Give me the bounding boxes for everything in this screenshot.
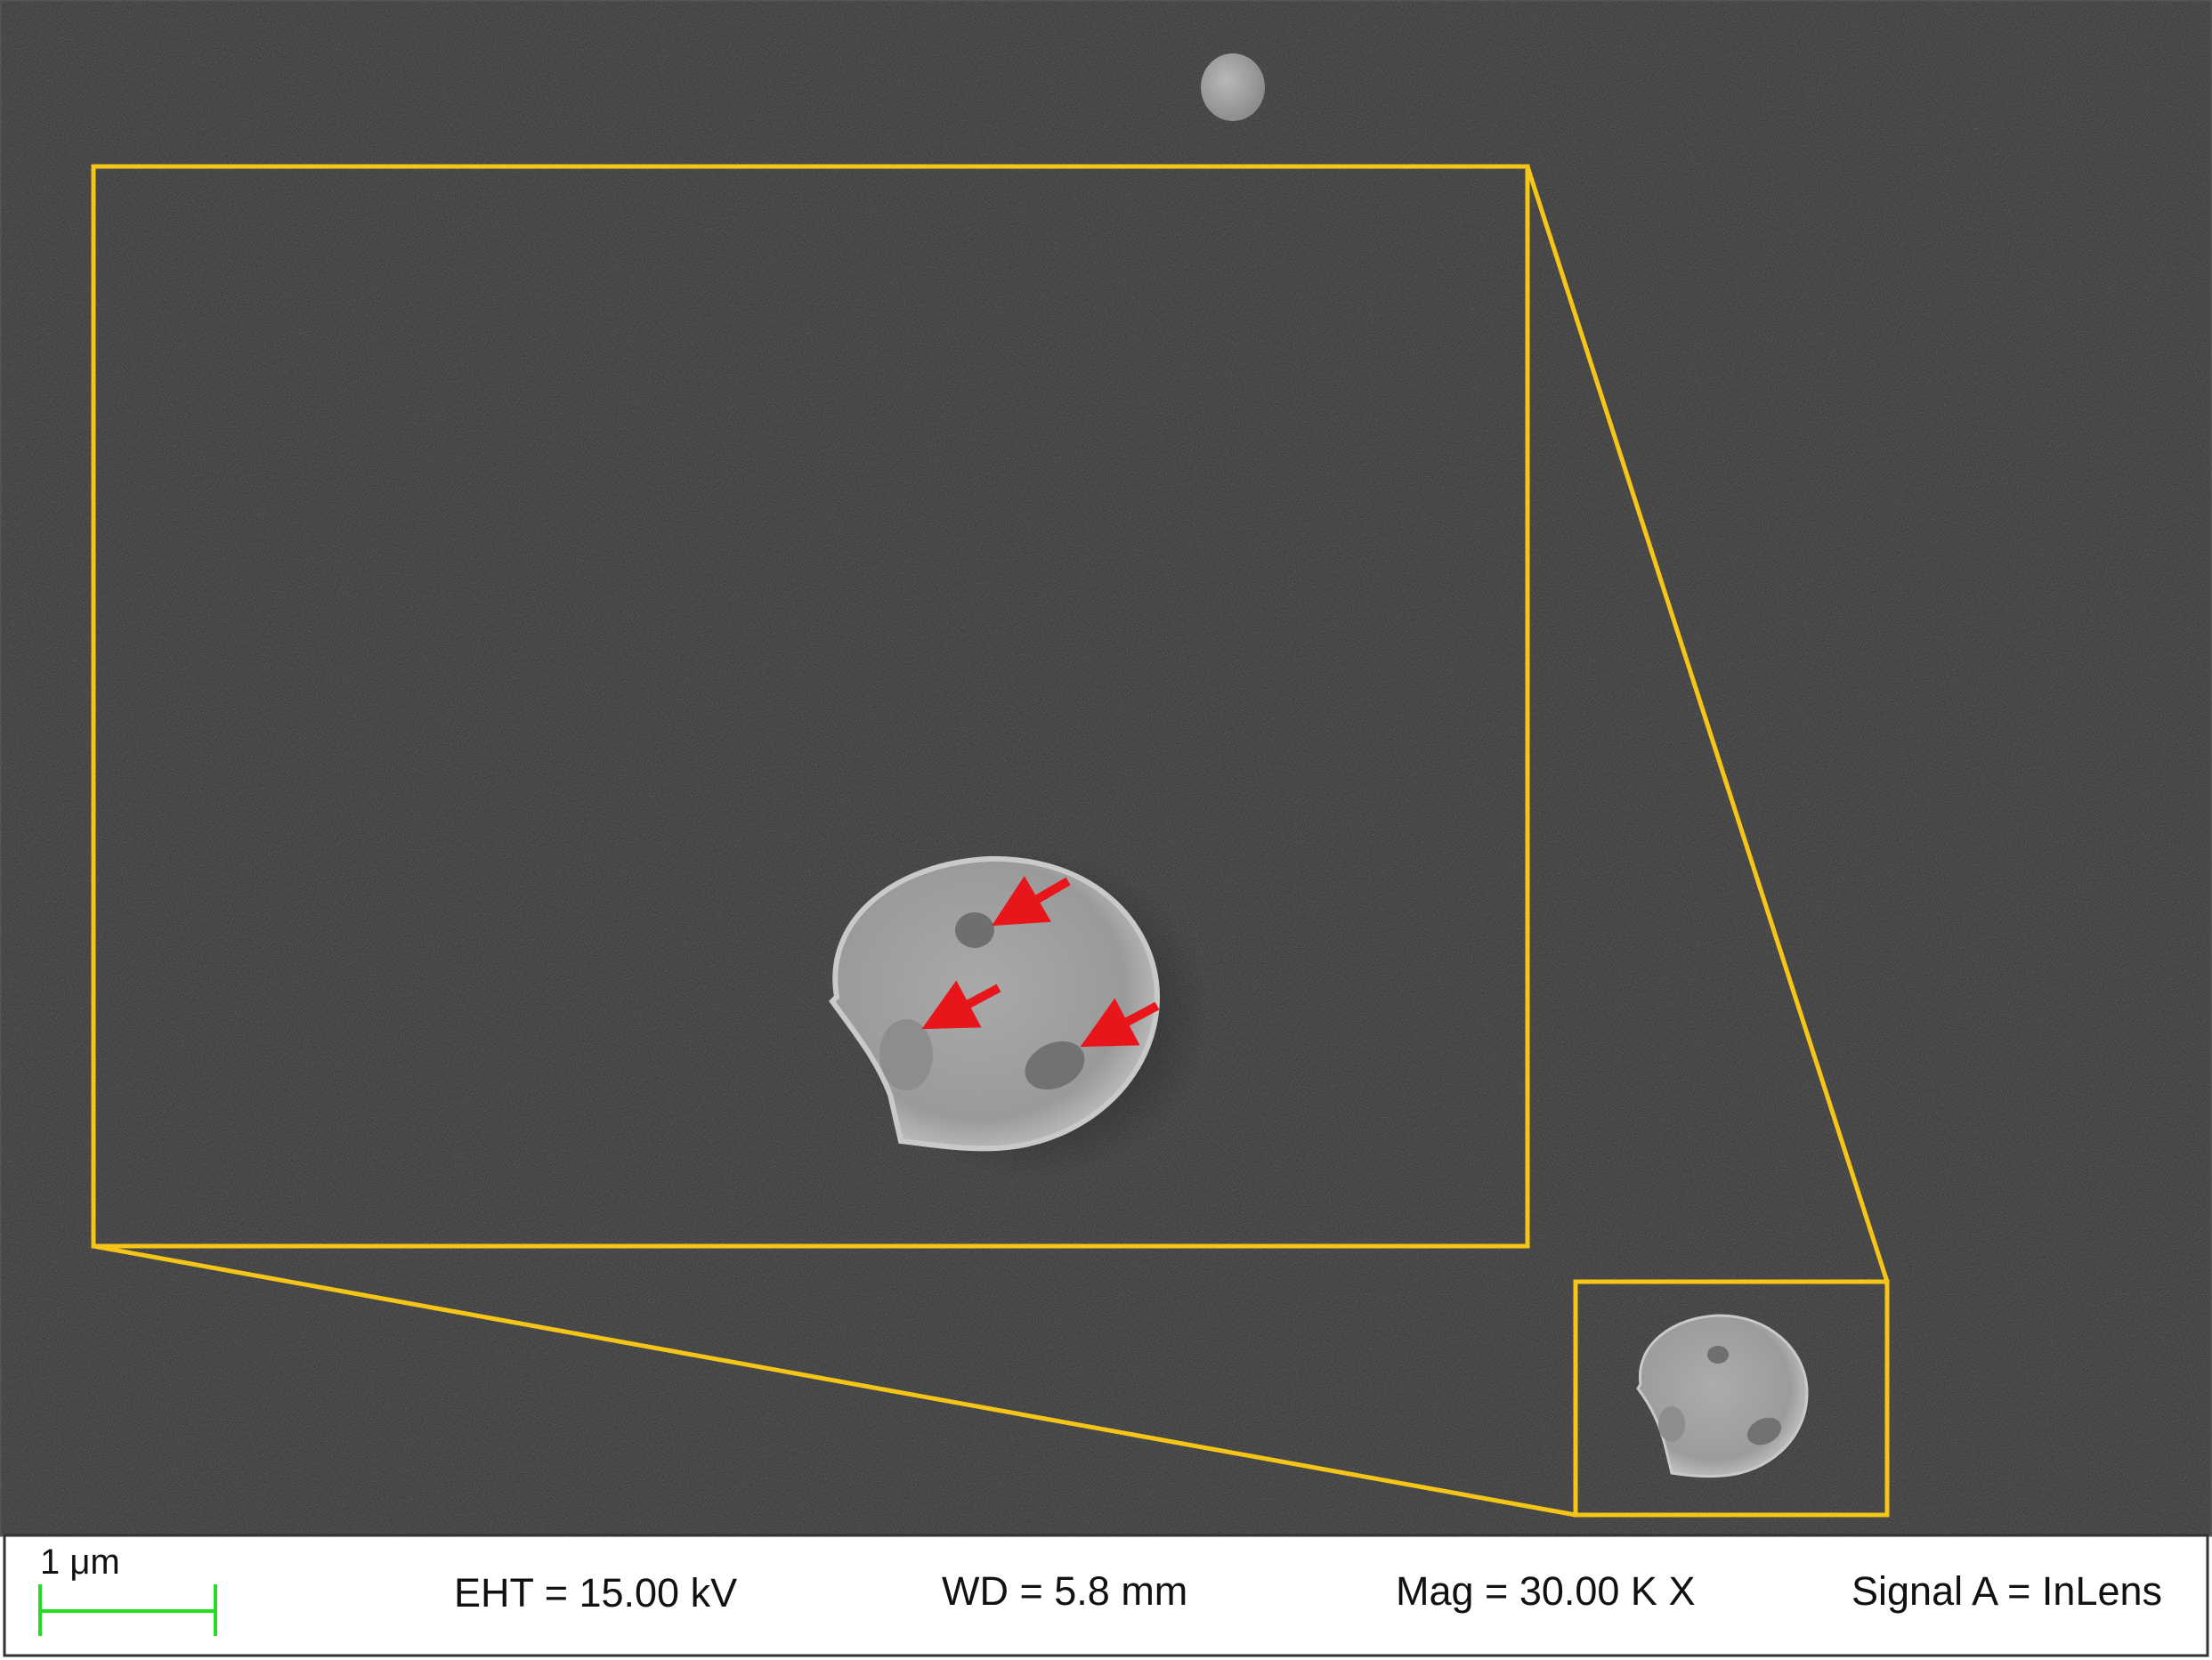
wd-readout: WD = 5.8 mm (942, 1568, 1187, 1614)
sem-background (0, 0, 2212, 1535)
mag-readout: Mag = 30.00 K X (1396, 1568, 1695, 1614)
sem-micrograph: 1 μm EHT = 15.00 kV WD = 5.8 mm Mag = 30… (0, 0, 2212, 1657)
pore (879, 1019, 933, 1090)
sem-image-view: 1 μm EHT = 15.00 kV WD = 5.8 mm Mag = 30… (0, 0, 2212, 1660)
pore (1658, 1406, 1685, 1442)
pore (1707, 1346, 1729, 1364)
scale-bar-label: 1 μm (40, 1543, 120, 1582)
signal-readout: Signal A = InLens (1851, 1568, 2162, 1614)
info-bar: 1 μm EHT = 15.00 kV WD = 5.8 mm Mag = 30… (3, 1534, 2209, 1657)
particle-top (1201, 53, 1265, 121)
pore (955, 912, 994, 948)
eht-readout: EHT = 15.00 kV (454, 1570, 737, 1615)
